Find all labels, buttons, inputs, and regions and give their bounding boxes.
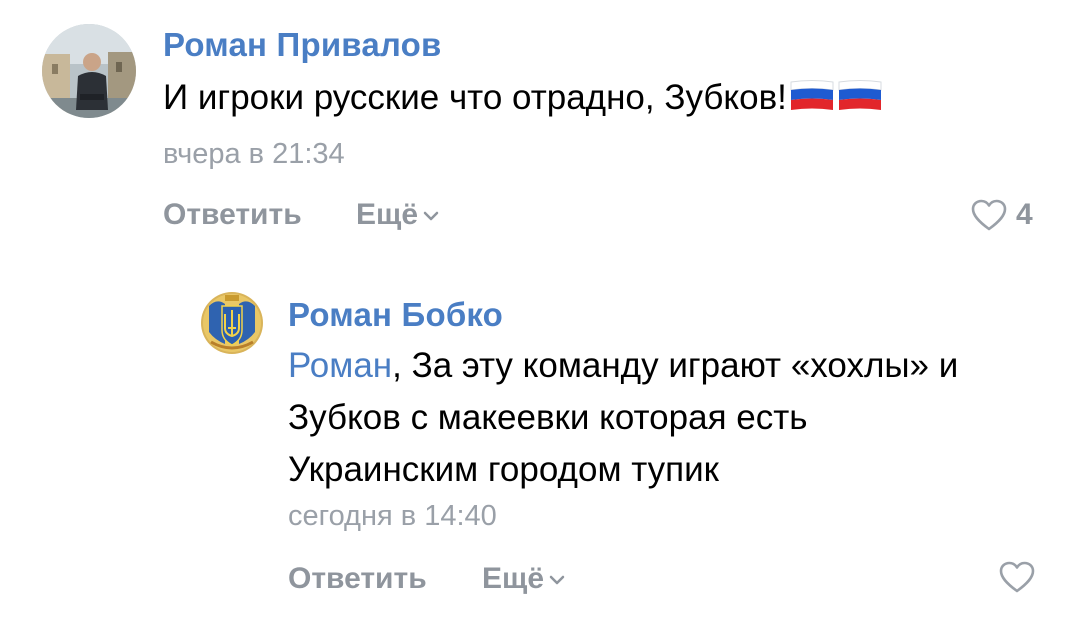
comment-author[interactable]: Роман Бобко bbox=[288, 296, 503, 334]
heart-icon bbox=[971, 199, 1007, 231]
avatar[interactable] bbox=[201, 292, 263, 354]
comment-text-line: Украинским городом тупик bbox=[288, 450, 719, 489]
reply-button[interactable]: Ответить bbox=[288, 562, 427, 596]
heart-icon bbox=[999, 561, 1035, 593]
more-label: Ещё bbox=[482, 562, 545, 595]
comment-text-line: Зубков с макеевки которая есть bbox=[288, 398, 808, 437]
reply-button[interactable]: Ответить bbox=[163, 198, 302, 232]
flag-russia-icon bbox=[790, 80, 834, 110]
flag-russia-icon bbox=[838, 80, 882, 110]
comment-timestamp: сегодня в 14:40 bbox=[288, 500, 497, 532]
comment-author[interactable]: Роман Привалов bbox=[163, 26, 441, 64]
reply-comment: Роман Бобко Роман, За эту команду играют… bbox=[0, 270, 1080, 626]
more-label: Ещё bbox=[356, 198, 419, 231]
comment-text-line: , За эту команду играют «хохлы» и bbox=[392, 346, 959, 385]
comment: Роман Привалов И игроки русские что отра… bbox=[0, 0, 1080, 260]
ukraine-coat-of-arms-icon bbox=[201, 292, 263, 354]
mention-link[interactable]: Роман bbox=[288, 346, 392, 385]
like-button[interactable]: 4 bbox=[970, 198, 1033, 232]
more-button[interactable]: Ещё bbox=[482, 562, 566, 596]
user-photo-icon bbox=[42, 24, 136, 118]
comment-text: И игроки русские что отрадно, Зубков! bbox=[163, 72, 883, 124]
comment-text-body: И игроки русские что отрадно, Зубков! bbox=[163, 78, 787, 117]
chevron-down-icon bbox=[549, 575, 565, 585]
comment-text: Зубков с макеевки которая есть bbox=[288, 392, 807, 444]
comment-text: Украинским городом тупик bbox=[288, 444, 719, 496]
comment-timestamp: вчера в 21:34 bbox=[163, 138, 345, 170]
more-button[interactable]: Ещё bbox=[356, 198, 440, 232]
avatar[interactable] bbox=[42, 24, 136, 118]
comment-text: Роман, За эту команду играют «хохлы» и bbox=[288, 340, 958, 392]
like-count: 4 bbox=[1016, 198, 1033, 231]
like-button[interactable] bbox=[998, 560, 1036, 594]
chevron-down-icon bbox=[423, 211, 439, 221]
